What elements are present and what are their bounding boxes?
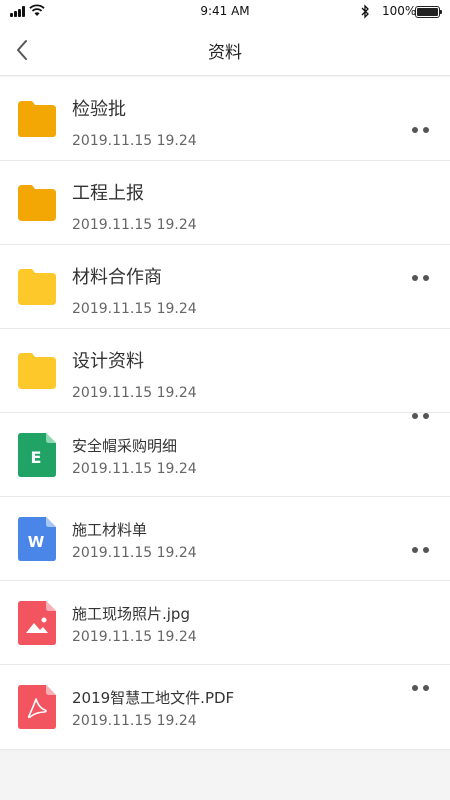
file-name: 2019智慧工地文件.PDF	[72, 689, 235, 707]
file-name: 设计资料	[72, 351, 144, 372]
file-row-excel[interactable]: E 安全帽采购明细 2019.11.15 19.24	[0, 413, 450, 497]
nav-bar: 资料	[0, 24, 450, 76]
file-date: 2019.11.15 19.24	[72, 217, 197, 233]
file-name: 材料合作商	[72, 267, 162, 288]
file-date: 2019.11.15 19.24	[72, 301, 197, 317]
file-date: 2019.11.15 19.24	[72, 545, 197, 561]
word-file-icon: W	[18, 517, 56, 561]
excel-file-icon: E	[18, 433, 56, 477]
more-button[interactable]	[405, 681, 435, 695]
file-row-folder[interactable]: 材料合作商 2019.11.15 19.24	[0, 245, 450, 329]
file-row-folder[interactable]: 检验批 2019.11.15 19.24	[0, 77, 450, 161]
more-dot	[422, 547, 429, 553]
more-dot	[422, 127, 429, 133]
file-list: 检验批 2019.11.15 19.24 工程上报 2019.11.15 19.…	[0, 77, 450, 750]
more-dots-icon	[411, 685, 418, 691]
excel-letter: E	[31, 448, 42, 467]
battery-percent: 100%	[382, 4, 417, 18]
folder-icon	[18, 185, 56, 221]
empty-area	[0, 751, 450, 800]
word-letter: W	[28, 533, 45, 551]
battery-icon	[415, 6, 442, 18]
more-dots-icon	[411, 547, 418, 553]
pdf-file-icon	[18, 685, 56, 729]
file-name: 安全帽采购明细	[72, 437, 178, 455]
more-dot	[422, 275, 429, 281]
more-button[interactable]	[405, 271, 435, 285]
status-bar: 9:41 AM 100%	[0, 0, 450, 24]
file-date: 2019.11.15 19.24	[72, 133, 197, 149]
file-row-folder[interactable]: 设计资料 2019.11.15 19.24	[0, 329, 450, 419]
more-dots-icon	[411, 275, 418, 281]
folder-icon	[18, 353, 56, 389]
file-name: 工程上报	[72, 183, 144, 204]
file-row-word[interactable]: W 施工材料单 2019.11.15 19.24	[0, 497, 450, 581]
file-row-image[interactable]: 施工现场照片.jpg 2019.11.15 19.24	[0, 581, 450, 665]
file-name: 施工现场照片.jpg	[72, 605, 190, 623]
file-date: 2019.11.15 19.24	[72, 629, 197, 645]
file-name: 检验批	[72, 99, 126, 120]
bluetooth-icon	[361, 4, 369, 19]
file-date: 2019.11.15 19.24	[72, 385, 197, 401]
page-title: 资料	[208, 43, 242, 63]
file-date: 2019.11.15 19.24	[72, 713, 197, 729]
image-file-icon	[18, 601, 56, 645]
file-row-pdf[interactable]: 2019智慧工地文件.PDF 2019.11.15 19.24	[0, 665, 450, 750]
more-dot	[422, 685, 429, 691]
file-name: 施工材料单	[72, 521, 148, 539]
more-dots-icon	[411, 127, 418, 133]
more-button[interactable]	[405, 123, 435, 137]
file-row-folder[interactable]: 工程上报 2019.11.15 19.24	[0, 161, 450, 245]
file-date: 2019.11.15 19.24	[72, 461, 197, 477]
folder-icon	[18, 269, 56, 305]
more-button[interactable]	[405, 543, 435, 557]
folder-icon	[18, 101, 56, 137]
